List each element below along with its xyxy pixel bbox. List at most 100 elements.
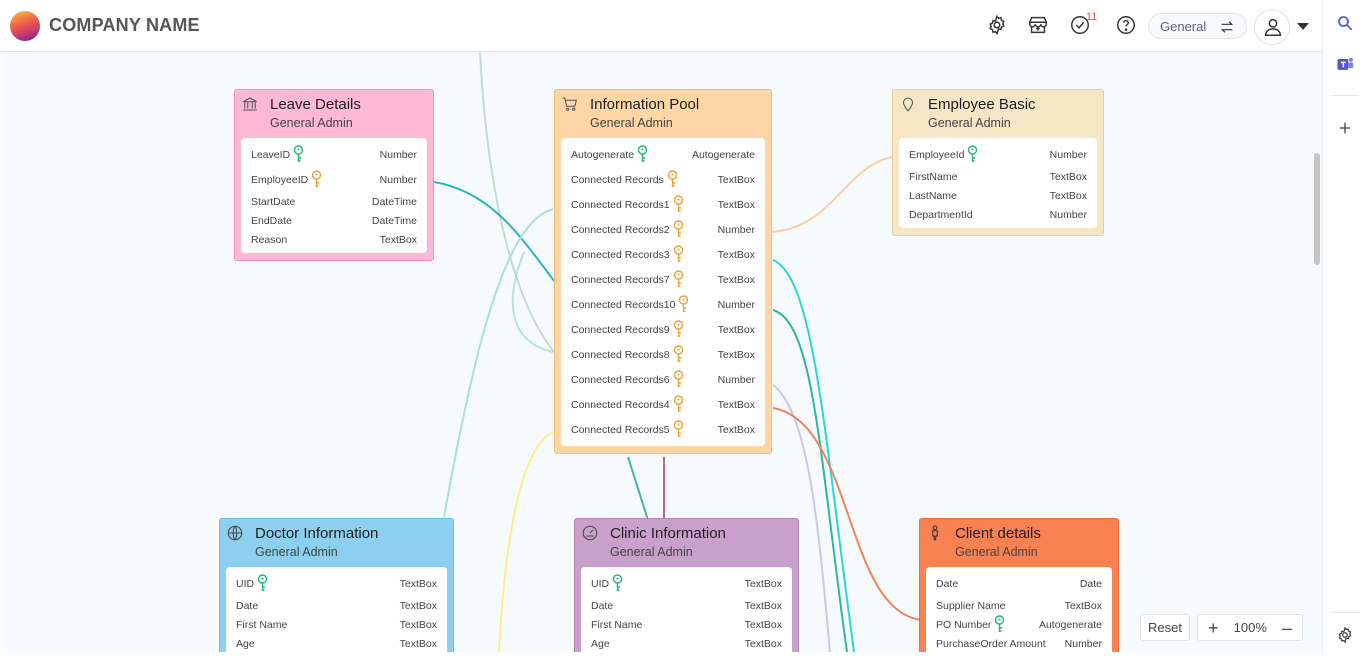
field-row[interactable]: PO Number Autogenerate (926, 615, 1112, 634)
settings-icon[interactable] (986, 14, 1008, 36)
table-title: Client details (955, 525, 1041, 542)
field-row[interactable]: FirstName TextBox (899, 167, 1097, 186)
search-icon[interactable] (1336, 14, 1354, 32)
foreign-key-icon (312, 170, 322, 187)
field-name: UID (236, 574, 268, 593)
field-row[interactable]: LastName TextBox (899, 186, 1097, 205)
field-row[interactable]: EndDate DateTime (241, 211, 427, 230)
store-icon[interactable] (1027, 14, 1049, 36)
field-row[interactable]: Reason TextBox (241, 230, 427, 249)
field-row[interactable]: Connected Records8 TextBox (561, 342, 765, 367)
workspace-switcher[interactable]: General (1148, 13, 1247, 39)
field-row[interactable]: Date TextBox (581, 596, 792, 615)
table-leave-details[interactable]: Leave Details General Admin LeaveID Numbe… (234, 89, 434, 261)
field-row[interactable]: First Name TextBox (581, 615, 792, 634)
field-name-text: Date (936, 577, 959, 590)
field-list: UID TextBox Date TextBox First Name TextBox Ag… (226, 567, 447, 652)
field-name: Supplier Name (936, 600, 1005, 612)
table-subtitle: General Admin (255, 545, 338, 559)
field-row[interactable]: Date Date (926, 571, 1112, 596)
field-name: Date (591, 600, 613, 612)
field-name: Connected Records7 (571, 270, 684, 289)
settings-icon[interactable] (1336, 626, 1354, 644)
field-row[interactable]: Connected Records10 Number (561, 292, 765, 317)
field-name-text: UID (236, 577, 255, 590)
field-type: Number (717, 298, 755, 311)
field-type: TextBox (1064, 599, 1102, 612)
top-header: COMPANY NAME 11 General (0, 0, 1322, 52)
zoom-in-button[interactable]: + (1208, 619, 1219, 637)
field-name: EndDate (251, 215, 292, 227)
field-name: Connected Records1 (571, 195, 684, 214)
field-row[interactable]: PurchaseOrder Amount Number (926, 634, 1112, 652)
field-type: TextBox (717, 423, 755, 436)
field-row[interactable]: Connected Records4 TextBox (561, 392, 765, 417)
field-name-text: Date (591, 599, 614, 612)
field-row[interactable]: EmployeeId Number (899, 142, 1097, 167)
field-row[interactable]: DepartmentId Number (899, 205, 1097, 224)
table-employee-basic[interactable]: Employee Basic General Admin EmployeeId N… (892, 89, 1104, 236)
field-row[interactable]: Connected Records TextBox (561, 167, 765, 192)
zoom-level: 100% (1233, 620, 1267, 635)
field-row[interactable]: Connected Records2 Number (561, 217, 765, 242)
table-client-details[interactable]: Client details General Admin Date Date Sup… (919, 518, 1119, 652)
zoom-reset-button[interactable]: Reset (1140, 614, 1190, 641)
diagram-canvas[interactable]: Leave Details General Admin LeaveID Numbe… (4, 52, 1322, 652)
table-title: Information Pool (590, 96, 700, 113)
foreign-key-icon (673, 220, 683, 237)
zoom-control: + 100% – (1197, 614, 1303, 641)
table-subtitle: General Admin (610, 545, 693, 559)
field-name-text: LastName (909, 189, 957, 202)
field-row[interactable]: UID TextBox (581, 571, 792, 596)
field-name: Connected Records6 (571, 370, 684, 389)
field-row[interactable]: StartDate DateTime (241, 192, 427, 211)
field-row[interactable]: Connected Records1 TextBox (561, 192, 765, 217)
field-name-text: First Name (236, 618, 288, 631)
field-row[interactable]: Age TextBox (581, 634, 792, 652)
vertical-scrollbar[interactable] (1314, 153, 1320, 265)
table-subtitle: General Admin (270, 116, 353, 130)
field-name: PO Number (936, 615, 1005, 634)
field-row[interactable]: Age TextBox (226, 634, 447, 652)
field-row[interactable]: First Name TextBox (226, 615, 447, 634)
table-title: Leave Details (270, 96, 361, 113)
field-name: Reason (251, 234, 287, 246)
field-row[interactable]: Connected Records5 TextBox (561, 417, 765, 442)
table-subtitle: General Admin (955, 545, 1038, 559)
field-name: Date (936, 578, 958, 590)
field-type: TextBox (399, 599, 437, 612)
zoom-out-button[interactable]: – (1282, 619, 1292, 637)
help-icon[interactable] (1115, 14, 1137, 36)
globe-icon (227, 525, 243, 541)
foreign-key-icon (679, 295, 689, 312)
foreign-key-icon (673, 345, 683, 362)
company-logo[interactable] (10, 10, 40, 41)
user-avatar-button[interactable] (1254, 9, 1290, 45)
table-information-pool[interactable]: Information Pool General Admin Autogener… (554, 89, 772, 454)
field-row[interactable]: Connected Records6 Number (561, 367, 765, 392)
field-name: PurchaseOrder Amount (936, 638, 1046, 650)
field-row[interactable]: Connected Records3 TextBox (561, 242, 765, 267)
field-row[interactable]: Supplier Name TextBox (926, 596, 1112, 615)
table-clinic-information[interactable]: Clinic Information General Admin UID Text… (574, 518, 799, 652)
field-row[interactable]: LeaveID Number (241, 142, 427, 167)
field-row[interactable]: Autogenerate Autogenerate (561, 142, 765, 167)
field-name-text: Age (591, 637, 610, 650)
field-name-text: Connected Records3 (571, 248, 670, 261)
field-row[interactable]: Connected Records9 TextBox (561, 317, 765, 342)
field-type: TextBox (717, 323, 755, 336)
field-name: Connected Records2 (571, 220, 684, 239)
field-name-text: EmployeeId (909, 148, 965, 161)
foreign-key-icon (667, 170, 678, 187)
table-doctor-information[interactable]: Doctor Information General Admin UID Text… (219, 518, 454, 652)
teams-icon[interactable] (1335, 54, 1355, 74)
field-row[interactable]: EmployeeID Number (241, 167, 427, 192)
field-type: Date (1079, 577, 1102, 590)
field-name-text: Connected Records1 (571, 198, 670, 211)
field-row[interactable]: UID TextBox (226, 571, 447, 596)
field-row[interactable]: Connected Records7 TextBox (561, 267, 765, 292)
chevron-down-icon[interactable] (1297, 23, 1309, 30)
add-icon[interactable] (1337, 120, 1353, 136)
field-row[interactable]: Date TextBox (226, 596, 447, 615)
field-type: TextBox (717, 198, 755, 211)
